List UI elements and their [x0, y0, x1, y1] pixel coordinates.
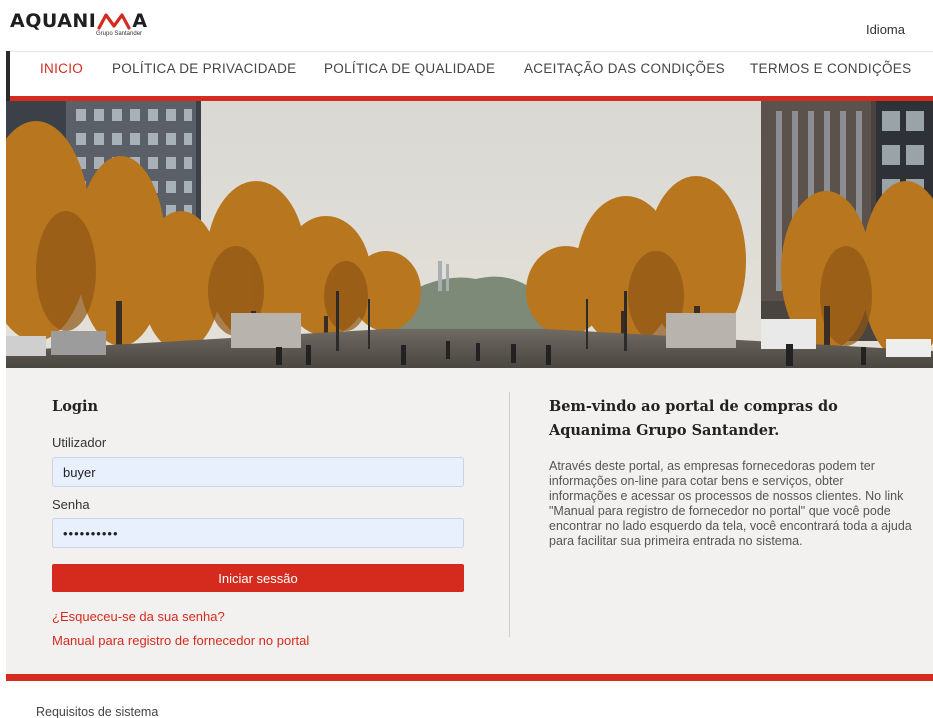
nav-item-inicio[interactable]: INICIO — [40, 61, 83, 76]
logo-m-wave-icon — [97, 13, 131, 30]
logo-subtitle: Grupo Santander — [96, 31, 143, 37]
password-input[interactable] — [52, 518, 464, 548]
supplier-manual-link[interactable]: Manual para registro de fornecedor no po… — [52, 633, 309, 648]
nav-item-politica-privacidade[interactable]: POLÍTICA DE PRIVACIDADE — [112, 61, 296, 76]
system-requirements-link[interactable]: Requisitos de sistema — [36, 705, 158, 718]
welcome-title: Bem-vindo ao portal de compras do Aquani… — [549, 398, 838, 439]
aquanima-logo[interactable]: AQUANI A Grupo Santander — [10, 10, 148, 38]
language-selector[interactable]: Idioma — [866, 22, 905, 37]
nav-item-politica-qualidade[interactable]: POLÍTICA DE QUALIDADE — [324, 61, 495, 76]
username-label: Utilizador — [52, 435, 107, 450]
nav-item-aceitacao-condicoes[interactable]: ACEITAÇÃO DAS CONDIÇÕES — [524, 61, 725, 76]
login-title: Login — [52, 398, 99, 415]
content-area: Login Utilizador Senha Iniciar sessão ¿E… — [6, 368, 933, 674]
logo-text-right: A — [132, 10, 148, 32]
logo-text-left: AQUANI — [10, 10, 97, 32]
login-button[interactable]: Iniciar sessão — [52, 564, 464, 592]
forgot-password-link[interactable]: ¿Esqueceu-se da sua senha? — [52, 609, 225, 624]
column-divider — [509, 392, 510, 637]
hero-city-street-illustration — [6, 101, 933, 368]
main-nav: INICIO POLÍTICA DE PRIVACIDADE POLÍTICA … — [10, 51, 933, 96]
welcome-text: Através deste portal, as empresas fornec… — [549, 459, 912, 548]
footer-accent-bar — [6, 674, 933, 681]
username-input[interactable] — [52, 457, 464, 487]
hero-image — [6, 101, 933, 368]
password-label: Senha — [52, 497, 90, 512]
header: AQUANI A Grupo Santander Idioma — [0, 0, 933, 51]
nav-item-termos-condicoes[interactable]: TERMOS E CONDIÇÕES — [750, 61, 911, 76]
logo-wordmark: AQUANI A — [10, 10, 148, 32]
